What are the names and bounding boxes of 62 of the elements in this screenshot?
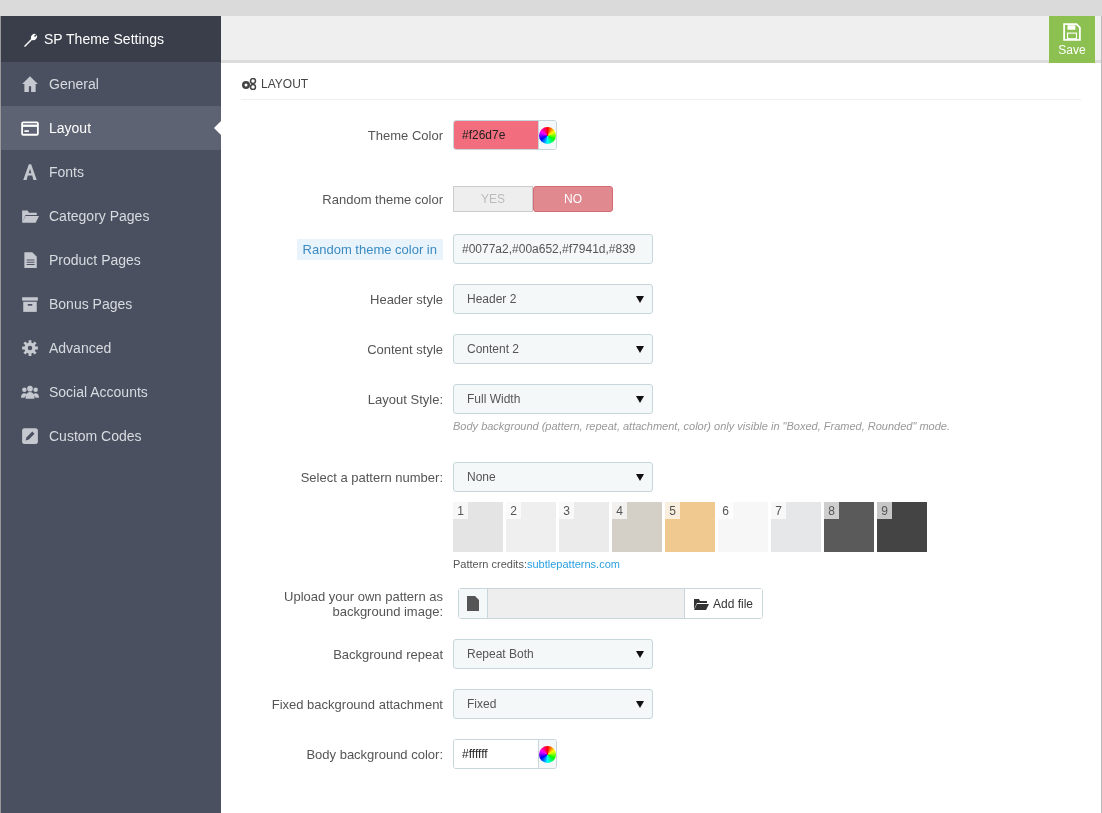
caret-icon [636,295,644,303]
pattern-swatch[interactable]: 3 [559,502,609,552]
pattern-swatch[interactable]: 8 [824,502,874,552]
pattern-swatch[interactable]: 9 [877,502,927,552]
letter-icon [21,163,39,181]
house-icon [21,75,39,93]
sidebar-item[interactable]: Layout [1,106,221,150]
caret-icon [636,473,644,481]
pattern-swatch[interactable]: 2 [506,502,556,552]
folder-icon [21,207,39,225]
pattern-swatch[interactable]: 4 [612,502,662,552]
field-label: Fixed background attachment [271,696,443,712]
archive-box-icon [21,295,39,313]
help-text: Body background (pattern, repeat, attachment, color) only visible in "Boxed, Framed, Rounded" mode. [453,420,951,432]
sidebar-item[interactable]: Bonus Pages [1,282,221,326]
field-label: Select a pattern number: [300,469,443,485]
color-wheel-icon [539,126,556,144]
color-picker-field[interactable]: #ffffff [453,739,557,769]
dropdown[interactable]: None [453,462,653,492]
field-label: Upload your own pattern as background image: [283,588,443,619]
color-input[interactable]: #ffffff [454,740,538,768]
sidebar-item[interactable]: Advanced [1,326,221,370]
field-label: Random theme color [322,191,443,207]
field-label: Header style [370,291,443,307]
credits-label: Pattern credits: [453,558,527,570]
caret-icon [636,650,644,658]
pattern-swatch[interactable]: 6 [718,502,768,552]
caret-icon [636,700,644,708]
field-label: Layout Style: [367,391,443,407]
sidebar-item[interactable]: Fonts [1,150,221,194]
sidebar-item[interactable]: Custom Codes [1,414,221,458]
text-input[interactable]: #0077a2,#00a652,#f7941d,#839 [453,234,653,264]
pattern-swatch[interactable]: 7 [771,502,821,552]
pattern-swatch[interactable]: 5 [665,502,715,552]
sidebar-item[interactable]: Social Accounts [1,370,221,414]
dropdown[interactable]: Header 2 [453,284,653,314]
caret-icon [636,395,644,403]
sidebar-item[interactable]: General [1,62,221,106]
sidebar-item[interactable]: Category Pages [1,194,221,238]
section-title: LAYOUT [261,77,309,91]
dropdown[interactable]: Content 2 [453,334,653,364]
document-icon [21,251,39,269]
caret-icon [636,345,644,353]
field-label: Theme Color [367,127,443,143]
gear-icon [21,339,39,357]
color-picker-field[interactable]: #f26d7e [453,120,557,150]
people-icon [21,383,39,401]
pencil-icon [21,427,39,445]
dropdown[interactable]: Repeat Both [453,639,653,669]
wrench-icon [23,31,38,47]
color-wheel-icon [539,745,556,763]
sidebar-title: SP Theme Settings [44,31,165,47]
dropdown[interactable]: Full Width [453,384,653,414]
color-input[interactable]: #f26d7e [454,121,538,149]
pattern-swatch[interactable]: 1 [453,502,503,552]
dropdown[interactable]: Fixed [453,689,653,719]
field-label: Background repeat [333,646,443,662]
sidebar-item[interactable]: Product Pages [1,238,221,282]
field-label: Random theme color in [296,238,443,260]
card-icon [21,119,39,137]
field-label: Content style [367,341,443,357]
field-label: Body background color: [306,746,443,762]
